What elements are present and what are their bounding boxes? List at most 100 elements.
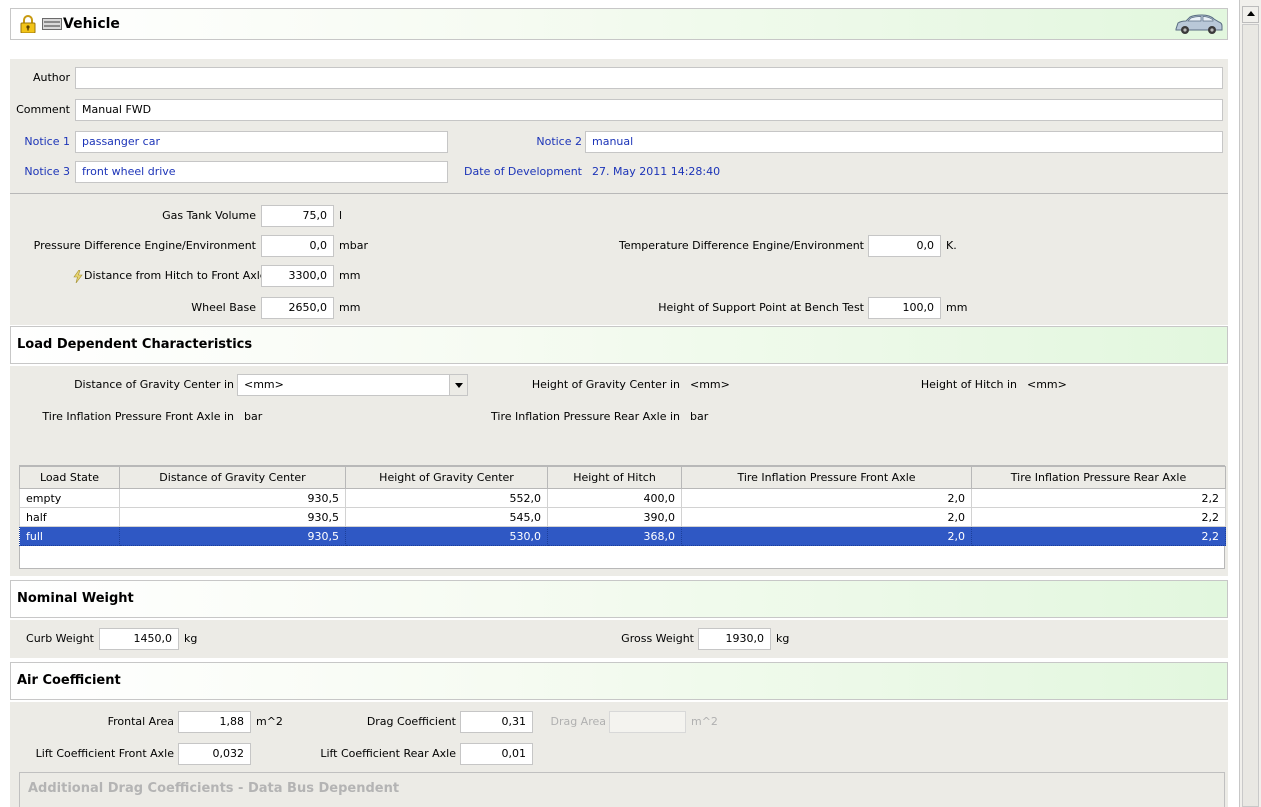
comment-label: Comment bbox=[16, 103, 70, 116]
frontal-area-unit: m^2 bbox=[256, 715, 283, 728]
height-hitch-unit-label: Height of Hitch in bbox=[920, 378, 1017, 391]
air-section-header: Air Coefficient bbox=[10, 662, 1228, 700]
table-row[interactable]: empty 930,5 552,0 400,0 2,0 2,2 bbox=[19, 488, 1226, 508]
column-header[interactable]: Distance of Gravity Center bbox=[119, 466, 346, 489]
date-of-development-label: Date of Development bbox=[464, 165, 582, 178]
notice2-label: Notice 2 bbox=[536, 135, 582, 148]
column-header[interactable]: Tire Inflation Pressure Front Axle bbox=[681, 466, 972, 489]
hitch-distance-field[interactable]: 3300,0 bbox=[261, 265, 334, 287]
notice3-field[interactable]: front wheel drive bbox=[75, 161, 448, 183]
hitch-distance-unit: mm bbox=[339, 269, 361, 282]
height-hitch-unit-value: <mm> bbox=[1020, 374, 1218, 396]
lift-rear-label: Lift Coefficient Rear Axle bbox=[320, 747, 456, 760]
table-cell[interactable]: 930,5 bbox=[119, 507, 346, 527]
temp-diff-unit: K. bbox=[946, 239, 957, 252]
notice1-field[interactable]: passanger car bbox=[75, 131, 448, 153]
comment-field[interactable]: Manual FWD bbox=[75, 99, 1223, 121]
gross-weight-field[interactable]: 1930,0 bbox=[698, 628, 771, 650]
curb-weight-field[interactable]: 1450,0 bbox=[99, 628, 179, 650]
date-of-development-value: 27. May 2011 14:28:40 bbox=[585, 161, 782, 183]
title-bar: Vehicle bbox=[10, 8, 1228, 40]
additional-drag-header: Additional Drag Coefficients - Data Bus … bbox=[28, 781, 400, 796]
table-cell[interactable]: 930,5 bbox=[119, 526, 346, 546]
table-cell[interactable]: 368,0 bbox=[547, 526, 682, 546]
additional-drag-panel: Additional Drag Coefficients - Data Bus … bbox=[19, 772, 1225, 807]
column-header[interactable]: Height of Gravity Center bbox=[345, 466, 548, 489]
gross-weight-label: Gross Weight bbox=[621, 632, 694, 645]
table-cell[interactable]: 400,0 bbox=[547, 488, 682, 508]
support-height-unit: mm bbox=[946, 301, 968, 314]
support-height-field[interactable]: 100,0 bbox=[868, 297, 941, 319]
curb-weight-label: Curb Weight bbox=[26, 632, 94, 645]
table-header-row: Load State Distance of Gravity Center He… bbox=[19, 466, 1226, 489]
tire-front-unit-label: Tire Inflation Pressure Front Axle in bbox=[42, 410, 234, 423]
height-cg-unit-label: Height of Gravity Center in bbox=[531, 378, 680, 391]
tire-rear-unit-value: bar bbox=[683, 406, 908, 428]
table-cell[interactable]: 930,5 bbox=[119, 488, 346, 508]
gas-tank-field[interactable]: 75,0 bbox=[261, 205, 334, 227]
wheel-base-label: Wheel Base bbox=[191, 301, 256, 314]
pressure-diff-field[interactable]: 0,0 bbox=[261, 235, 334, 257]
table-cell[interactable]: 2,2 bbox=[971, 526, 1226, 546]
lift-rear-field[interactable]: 0,01 bbox=[460, 743, 533, 765]
notice2-field[interactable]: manual bbox=[585, 131, 1223, 153]
vertical-scrollbar[interactable] bbox=[1239, 0, 1261, 807]
column-header[interactable]: Load State bbox=[19, 466, 120, 489]
notice3-label: Notice 3 bbox=[24, 165, 70, 178]
temp-diff-label: Temperature Difference Engine/Environmen… bbox=[618, 239, 864, 252]
table-cell[interactable]: 530,0 bbox=[345, 526, 548, 546]
table-cell[interactable]: 545,0 bbox=[345, 507, 548, 527]
load-section-header: Load Dependent Characteristics bbox=[10, 326, 1228, 364]
page-title: Vehicle bbox=[63, 16, 120, 32]
table-cell[interactable]: 2,0 bbox=[681, 526, 972, 546]
table-row[interactable]: half 930,5 545,0 390,0 2,0 2,2 bbox=[19, 507, 1226, 527]
table-cell[interactable]: half bbox=[19, 507, 120, 527]
column-header[interactable]: Tire Inflation Pressure Rear Axle bbox=[971, 466, 1226, 489]
frontal-area-label: Frontal Area bbox=[107, 715, 174, 728]
notice1-label: Notice 1 bbox=[24, 135, 70, 148]
scroll-thumb[interactable] bbox=[1242, 24, 1259, 807]
divider bbox=[10, 193, 1228, 194]
weight-section-header: Nominal Weight bbox=[10, 580, 1228, 618]
tire-rear-unit-label: Tire Inflation Pressure Rear Axle in bbox=[491, 410, 680, 423]
table-cell[interactable]: empty bbox=[19, 488, 120, 508]
table-cell[interactable]: 390,0 bbox=[547, 507, 682, 527]
support-height-label: Height of Support Point at Bench Test bbox=[658, 301, 864, 314]
drag-area-label: Drag Area bbox=[550, 715, 606, 728]
table-row-selected[interactable]: full 930,5 530,0 368,0 2,0 2,2 bbox=[19, 526, 1226, 546]
lift-front-field[interactable]: 0,032 bbox=[178, 743, 251, 765]
table-cell[interactable]: 2,0 bbox=[681, 488, 972, 508]
dropdown-arrow-icon[interactable] bbox=[449, 375, 467, 395]
temp-diff-field[interactable]: 0,0 bbox=[868, 235, 941, 257]
table-cell[interactable]: 552,0 bbox=[345, 488, 548, 508]
frontal-area-field[interactable]: 1,88 bbox=[178, 711, 251, 733]
load-table: Load State Distance of Gravity Center He… bbox=[19, 466, 1226, 546]
scroll-up-icon[interactable] bbox=[1242, 6, 1259, 23]
column-header[interactable]: Height of Hitch bbox=[547, 466, 682, 489]
author-label: Author bbox=[32, 71, 70, 84]
table-cell[interactable]: full bbox=[19, 526, 120, 546]
gas-tank-label: Gas Tank Volume bbox=[162, 209, 256, 222]
table-cell[interactable]: 2,2 bbox=[971, 507, 1226, 527]
dist-cg-unit-dropdown[interactable]: <mm> bbox=[237, 374, 468, 396]
keyboard-icon bbox=[42, 18, 62, 30]
author-field[interactable] bbox=[75, 67, 1223, 89]
height-cg-unit-value: <mm> bbox=[683, 374, 908, 396]
drag-coefficient-field[interactable]: 0,31 bbox=[460, 711, 533, 733]
gas-tank-unit: l bbox=[339, 209, 343, 222]
tire-front-unit-value: bar bbox=[237, 406, 468, 428]
lock-icon[interactable] bbox=[20, 15, 36, 33]
lift-front-label: Lift Coefficient Front Axle bbox=[35, 747, 174, 760]
dist-cg-unit-value: <mm> bbox=[244, 378, 284, 391]
dist-cg-unit-label: Distance of Gravity Center in bbox=[74, 378, 234, 391]
wheel-base-unit: mm bbox=[339, 301, 361, 314]
drag-area-unit: m^2 bbox=[691, 715, 718, 728]
car-icon bbox=[1175, 14, 1223, 34]
curb-weight-unit: kg bbox=[184, 632, 198, 645]
hitch-distance-label: Distance from Hitch to Front Axle bbox=[84, 269, 267, 282]
lightning-icon bbox=[73, 270, 83, 283]
drag-coefficient-label: Drag Coefficient bbox=[366, 715, 456, 728]
wheel-base-field[interactable]: 2650,0 bbox=[261, 297, 334, 319]
table-cell[interactable]: 2,0 bbox=[681, 507, 972, 527]
table-cell[interactable]: 2,2 bbox=[971, 488, 1226, 508]
